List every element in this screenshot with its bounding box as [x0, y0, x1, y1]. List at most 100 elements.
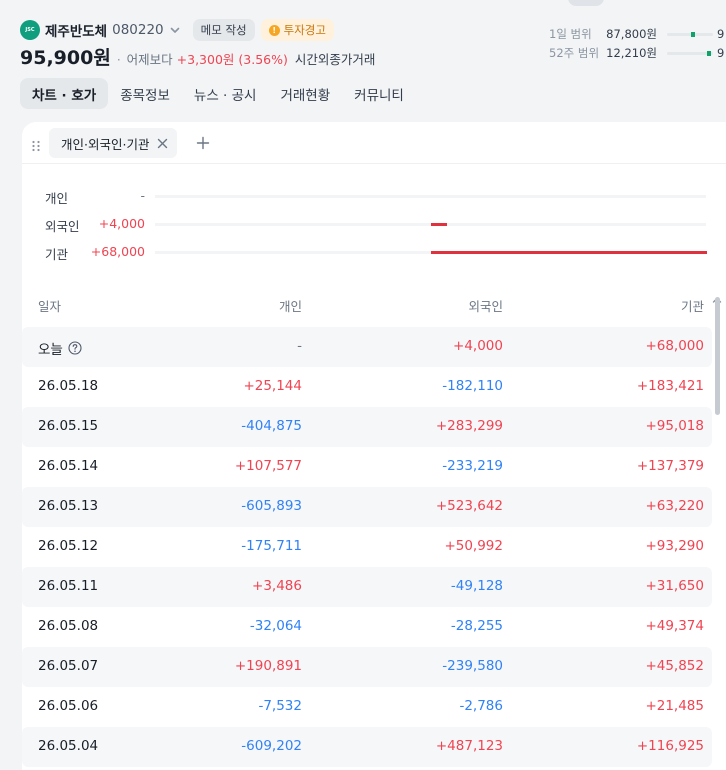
memo-button[interactable]: 메모 작성 [192, 19, 255, 41]
tab-stock-info[interactable]: 종목정보 [108, 78, 182, 109]
cell-institution: +31,650 [645, 578, 704, 594]
cell-individual: - [297, 338, 302, 354]
chevron-down-icon[interactable] [169, 24, 181, 36]
current-price: 95,900원 [20, 47, 111, 69]
price-row: 95,900원 · 어제보다 +3,300원 (3.56%) 시간외종가거래 [20, 43, 375, 70]
cell-individual: -7,532 [258, 698, 302, 714]
col-date: 일자 [38, 299, 62, 314]
range-52w-value: 12,210원 [606, 46, 657, 60]
range-52w: 52주 범위 12,210원 9 [549, 45, 724, 61]
cell-individual: -32,064 [249, 618, 302, 634]
cell-individual: -404,875 [241, 418, 302, 434]
range-52w-clipped-text: 9 [717, 46, 725, 60]
range-1d-value: 87,800원 [606, 27, 657, 41]
summary-row: 기관 +68,000 [22, 242, 726, 262]
summary-row: 외국인 +4,000 [22, 214, 726, 234]
warning-label: 투자경고 [283, 23, 326, 37]
summary-bar-track [155, 251, 707, 254]
range-1d: 1일 범위 87,800원 9 [549, 26, 724, 42]
summary-bar-track [155, 195, 706, 198]
scrollbar-thumb[interactable] [715, 297, 720, 415]
cell-individual: +25,144 [243, 378, 302, 394]
cell-date-text: 26.05.04 [38, 738, 99, 754]
investment-warning-badge[interactable]: ! 투자경고 [260, 19, 334, 41]
cell-individual: +190,891 [234, 658, 302, 674]
session-label: 시간외종가거래 [294, 52, 376, 67]
close-icon[interactable] [157, 138, 168, 149]
tab-news-disclosure[interactable]: 뉴스 · 공시 [182, 78, 269, 109]
summary-label: 외국인 [45, 219, 80, 234]
table-row: 26.05.07 +190,891 -239,580 +45,852 [22, 647, 712, 687]
summary-bar-track [155, 223, 706, 226]
cell-date: 26.05.18 [38, 378, 98, 394]
cell-date: 26.05.04 [38, 738, 98, 754]
stock-header: JSC 제주반도체 080220 메모 작성 ! 투자경고 95,900원 · … [0, 0, 726, 122]
table-header: 일자 개인 외국인 기관 [22, 294, 726, 314]
cell-foreign: +283,299 [435, 418, 503, 434]
top-tab-handle[interactable] [568, 0, 604, 6]
cell-date-text: 26.05.15 [38, 418, 99, 434]
cell-date: 26.05.08 [38, 618, 98, 634]
summary-value: +4,000 [98, 216, 145, 231]
question-mark-icon[interactable] [68, 341, 82, 355]
cell-institution: +68,000 [645, 338, 704, 354]
tab-trading-status[interactable]: 거래현황 [268, 78, 342, 109]
stock-logo: JSC [20, 20, 40, 40]
filter-chip-investor[interactable]: 개인·외국인·기관 [49, 128, 178, 158]
range-1d-clipped-text: 9 [717, 27, 725, 41]
range-1d-track [667, 31, 713, 37]
summary-label: 기관 [45, 247, 69, 262]
cell-institution: +63,220 [645, 498, 704, 514]
tab-community[interactable]: 커뮤니티 [342, 78, 416, 109]
cell-date: 26.05.12 [38, 538, 98, 554]
cell-date: 26.05.15 [38, 418, 98, 434]
price-change: +3,300원 (3.56%) [176, 52, 288, 67]
summary-value: - [140, 188, 145, 203]
cell-foreign: +487,123 [435, 738, 503, 754]
cell-individual: -175,711 [241, 538, 302, 554]
cell-foreign: -49,128 [450, 578, 503, 594]
cell-foreign: -2,786 [459, 698, 503, 714]
cell-institution: +116,925 [636, 738, 704, 754]
table-row: 26.05.15 -404,875 +283,299 +95,018 [22, 407, 712, 447]
table-row: 26.05.12 -175,711 +50,992 +93,290 [22, 527, 712, 567]
cell-foreign: -239,580 [442, 658, 503, 674]
table-row: 26.05.06 -7,532 -2,786 +21,485 [22, 687, 712, 727]
separator: · [116, 53, 121, 67]
summary-bar-fill [431, 223, 447, 226]
stock-code[interactable]: 080220 [112, 22, 164, 38]
table-body: 오늘 - +4,000 +68,000 26.05.18 +25,144 -182,110 +… [22, 327, 712, 767]
vs-yesterday-label: 어제보다 [126, 52, 173, 67]
cell-date-text: 26.05.11 [38, 578, 99, 594]
cell-foreign: +523,642 [435, 498, 503, 514]
cell-institution: +137,379 [636, 458, 704, 474]
cell-date-text: 오늘 [38, 342, 63, 358]
cell-date: 26.05.07 [38, 658, 98, 674]
cell-foreign: +50,992 [444, 538, 503, 554]
cell-individual: +3,486 [252, 578, 302, 594]
range-52w-label: 52주 범위 [549, 46, 600, 60]
cell-date-text: 26.05.18 [38, 378, 99, 394]
warning-icon: ! [268, 24, 280, 36]
main-tabs: 차트 · 호가 종목정보 뉴스 · 공시 거래현황 커뮤니티 [20, 78, 416, 109]
col-institution: 기관 [680, 299, 704, 314]
scroll-up-arrow-icon[interactable] [712, 289, 722, 303]
cell-date: 오늘 [38, 338, 82, 358]
tab-chart-orderbook[interactable]: 차트 · 호가 [20, 78, 109, 109]
range-1d-marker [691, 31, 695, 37]
cell-foreign: -233,219 [442, 458, 503, 474]
cell-date: 26.05.11 [38, 578, 98, 594]
cell-individual: +107,577 [234, 458, 302, 474]
summary-bar-fill [431, 251, 707, 254]
cell-date-text: 26.05.12 [38, 538, 99, 554]
range-52w-track [667, 50, 713, 56]
cell-date: 26.05.13 [38, 498, 98, 514]
drag-handle-icon[interactable] [31, 137, 41, 152]
cell-date: 26.05.14 [38, 458, 98, 474]
stock-name[interactable]: 제주반도체 [45, 20, 107, 40]
add-filter-icon[interactable] [196, 135, 210, 150]
cell-foreign: -28,255 [450, 618, 503, 634]
cell-date-text: 26.05.13 [38, 498, 99, 514]
summary-row: 개인 - [22, 186, 726, 206]
cell-individual: -605,893 [241, 498, 302, 514]
